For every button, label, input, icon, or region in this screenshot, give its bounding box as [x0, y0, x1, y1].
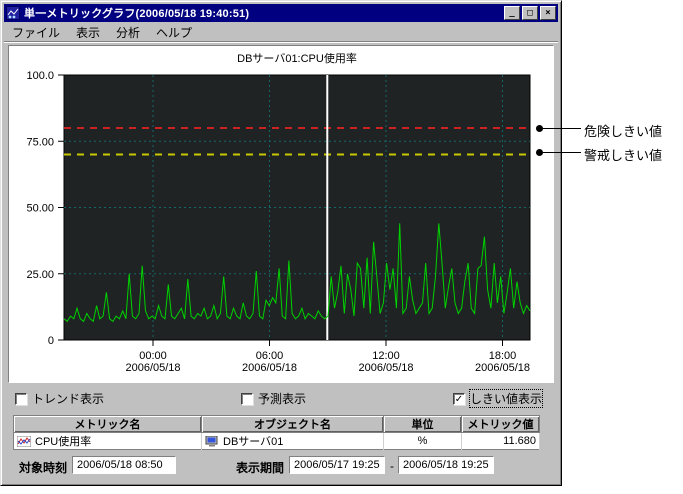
danger-threshold-label: 危険しきい値: [584, 124, 663, 139]
app-icon: [6, 6, 20, 20]
maximize-button[interactable]: □: [522, 6, 538, 20]
x-tick-time-label: 00:00: [139, 350, 167, 362]
metric-graph-window: 単一メトリックグラフ(2006/05/18 19:40:51) _ □ × ファ…: [0, 0, 562, 486]
y-tick-label: 75.00: [26, 136, 54, 148]
options-row: トレンド表示 予測表示 ✓ しきい値表示: [8, 389, 554, 408]
period-end-field[interactable]: 2006/05/18 19:25: [398, 456, 494, 474]
x-tick-time-label: 12:00: [372, 350, 400, 362]
menu-view[interactable]: 表示: [68, 23, 108, 42]
forecast-checkbox[interactable]: [241, 392, 253, 405]
titlebar[interactable]: 単一メトリックグラフ(2006/05/18 19:40:51) _ □ ×: [4, 4, 558, 22]
footer: 対象時刻 2006/05/18 08:50 表示期間 2006/05/17 19…: [8, 456, 554, 476]
table-row[interactable]: CPU使用率 DBサーバ01 % 11.680: [13, 432, 540, 450]
forecast-checkbox-group[interactable]: 予測表示: [241, 390, 306, 407]
chart-title: DBサーバ01:CPU使用率: [237, 51, 357, 65]
target-time-label: 対象時刻: [19, 461, 68, 475]
trend-checkbox-label: トレンド表示: [32, 392, 105, 406]
x-tick-time-label: 06:00: [256, 350, 284, 362]
threshold-checkbox[interactable]: ✓: [453, 392, 465, 405]
cell-object-name: DBサーバ01: [223, 436, 284, 448]
metric-chart-icon: [17, 435, 31, 447]
metric-table: メトリック名 オブジェクト名 単位 メトリック値 CPU使用率 DBサーバ01 …: [13, 415, 540, 450]
y-tick-label: 0: [48, 335, 54, 347]
x-tick-date-label: 2006/05/18: [125, 362, 180, 374]
callout-leader-line: [543, 152, 581, 153]
forecast-checkbox-label: 予測表示: [258, 392, 307, 406]
callout-leader-line: [543, 128, 581, 129]
display-period-label: 表示期間: [236, 461, 285, 475]
x-tick-date-label: 2006/05/18: [242, 362, 297, 374]
callout-bullet: [536, 149, 543, 156]
period-separator: -: [390, 459, 394, 473]
threshold-checkbox-label: しきい値表示: [468, 389, 544, 408]
menu-file[interactable]: ファイル: [4, 23, 68, 42]
window-title: 単一メトリックグラフ(2006/05/18 19:40:51): [24, 8, 250, 20]
y-tick-label: 25.00: [26, 269, 54, 281]
header-object-name[interactable]: オブジェクト名: [201, 415, 384, 433]
header-metric-name[interactable]: メトリック名: [13, 415, 202, 433]
threshold-checkbox-group[interactable]: ✓ しきい値表示: [453, 389, 544, 408]
cell-metric-value: 11.680: [461, 432, 540, 450]
x-tick-time-label: 18:00: [489, 350, 517, 362]
object-computer-icon: [205, 435, 218, 446]
cell-metric-name: CPU使用率: [35, 436, 92, 448]
close-button[interactable]: ×: [540, 6, 556, 20]
x-tick-date-label: 2006/05/18: [358, 362, 413, 374]
menubar: ファイル 表示 分析 ヘルプ: [4, 24, 558, 42]
chart-panel: DBサーバ01:CPU使用率 100.0 75.00 50.00 25.00 0 00:00…: [8, 45, 554, 383]
callout-bullet: [536, 125, 543, 132]
y-tick-label: 50.00: [26, 203, 54, 215]
menu-analysis[interactable]: 分析: [108, 23, 148, 42]
table-header-row: メトリック名 オブジェクト名 単位 メトリック値: [13, 415, 540, 433]
metric-chart: DBサーバ01:CPU使用率 100.0 75.00 50.00 25.00 0 00:00…: [26, 51, 531, 374]
cell-unit: %: [383, 432, 462, 450]
menu-help[interactable]: ヘルプ: [148, 23, 200, 42]
target-time-field[interactable]: 2006/05/18 08:50: [72, 456, 176, 474]
y-tick-label: 100.0: [26, 70, 54, 82]
x-tick-date-label: 2006/05/18: [475, 362, 530, 374]
header-metric-value[interactable]: メトリック値: [461, 415, 540, 433]
header-unit[interactable]: 単位: [383, 415, 462, 433]
trend-checkbox-group[interactable]: トレンド表示: [15, 390, 104, 407]
trend-checkbox[interactable]: [15, 392, 27, 405]
minimize-button[interactable]: _: [504, 6, 520, 20]
period-start-field[interactable]: 2006/05/17 19:25: [289, 456, 385, 474]
warning-threshold-label: 警戒しきい値: [584, 148, 663, 163]
